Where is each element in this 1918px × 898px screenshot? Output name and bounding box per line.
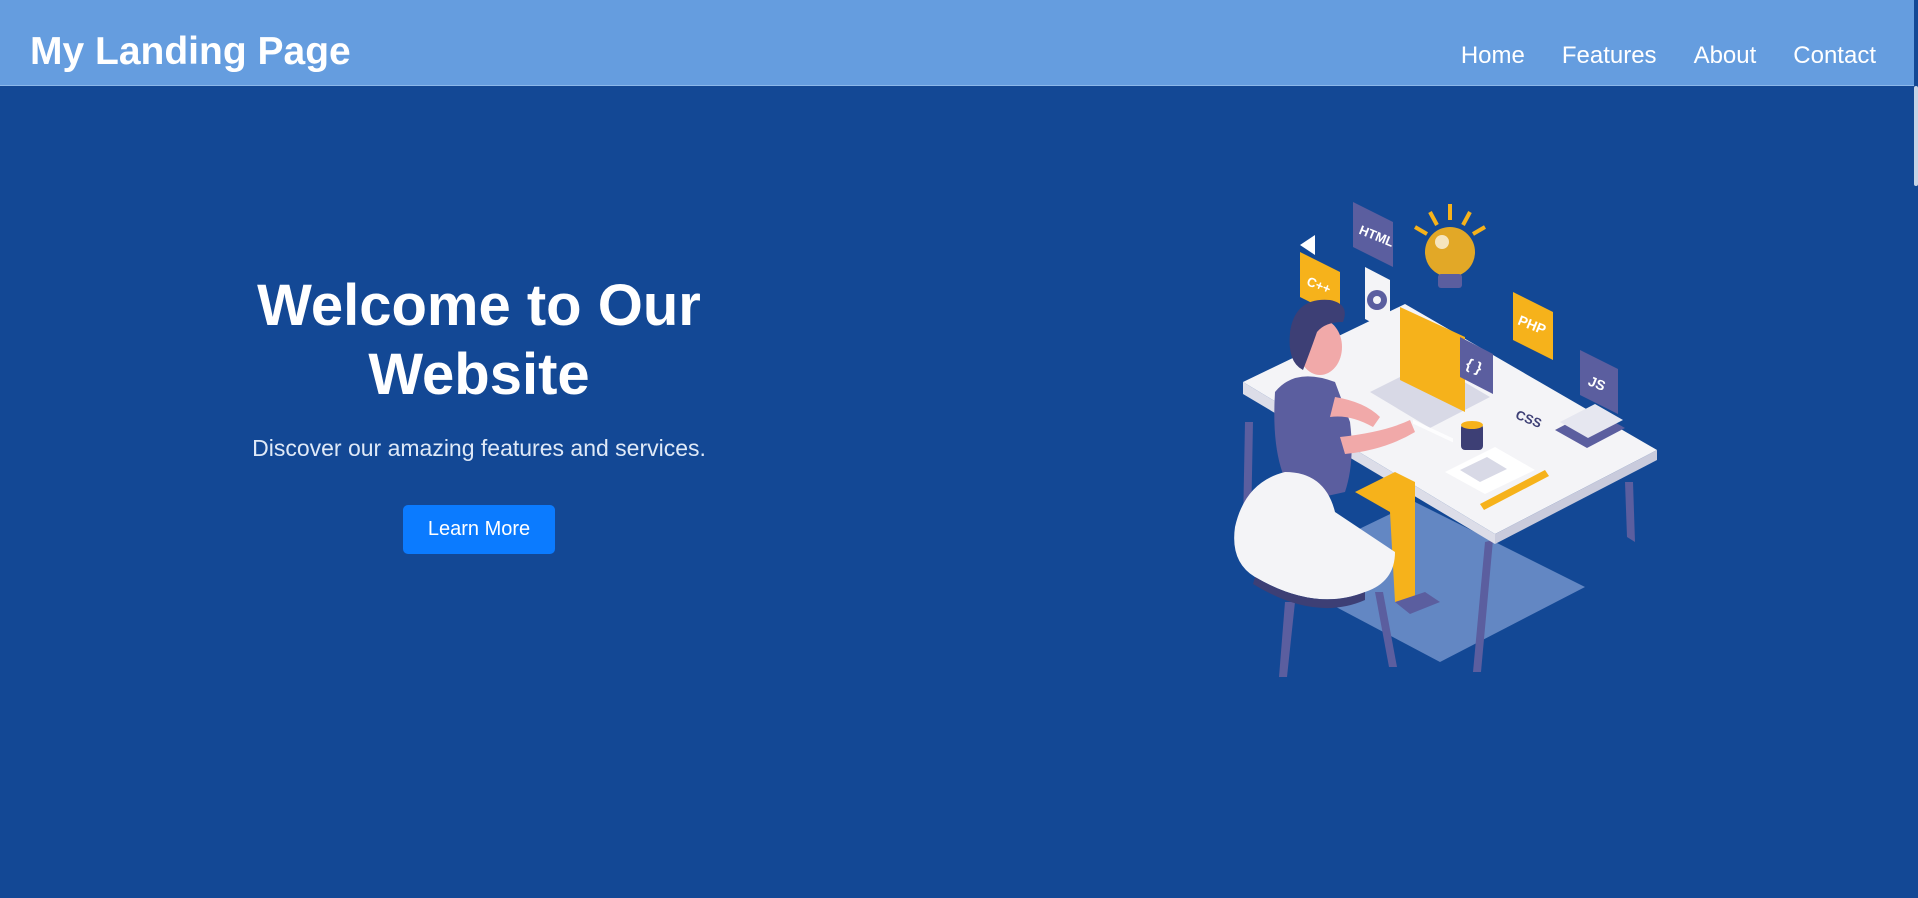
hero-subtitle: Discover our amazing features and servic… bbox=[252, 435, 706, 461]
top-navbar: My Landing Page Home Features About Cont… bbox=[0, 0, 1914, 86]
nav-link-about[interactable]: About bbox=[1694, 42, 1757, 69]
nav-link-contact[interactable]: Contact bbox=[1793, 42, 1876, 69]
brand-title[interactable]: My Landing Page bbox=[30, 28, 351, 76]
desk-leg bbox=[1625, 482, 1635, 542]
nav-item-features: Features bbox=[1562, 40, 1657, 72]
php-tag: PHP bbox=[1513, 292, 1553, 360]
page-scrollbar[interactable] bbox=[1914, 0, 1918, 898]
nav-item-contact: Contact bbox=[1793, 40, 1876, 72]
html-tag: HTML bbox=[1353, 202, 1396, 267]
nav-item-home: Home bbox=[1461, 40, 1525, 72]
hero-section: Welcome to Our Website Discover our amaz… bbox=[0, 86, 1914, 898]
js-tag: JS bbox=[1580, 350, 1618, 414]
nav-link-home[interactable]: Home bbox=[1461, 42, 1525, 69]
hero-text-block: Welcome to Our Website Discover our amaz… bbox=[179, 271, 779, 554]
nav-menu: Home Features About Contact bbox=[1461, 40, 1876, 72]
mug-icon bbox=[1461, 421, 1483, 450]
nav-link-features[interactable]: Features bbox=[1562, 42, 1657, 69]
hero-title: Welcome to Our Website bbox=[257, 273, 701, 407]
chair-leg bbox=[1279, 602, 1295, 677]
nav-item-about: About bbox=[1694, 40, 1757, 72]
lightbulb-icon bbox=[1413, 204, 1487, 288]
scrollbar-thumb[interactable] bbox=[1914, 86, 1918, 186]
learn-more-button[interactable]: Learn More bbox=[403, 505, 555, 554]
developer-desk-illustration: HTML C++ PHP JS CSS { } bbox=[1234, 202, 1657, 677]
play-icon bbox=[1300, 235, 1315, 255]
